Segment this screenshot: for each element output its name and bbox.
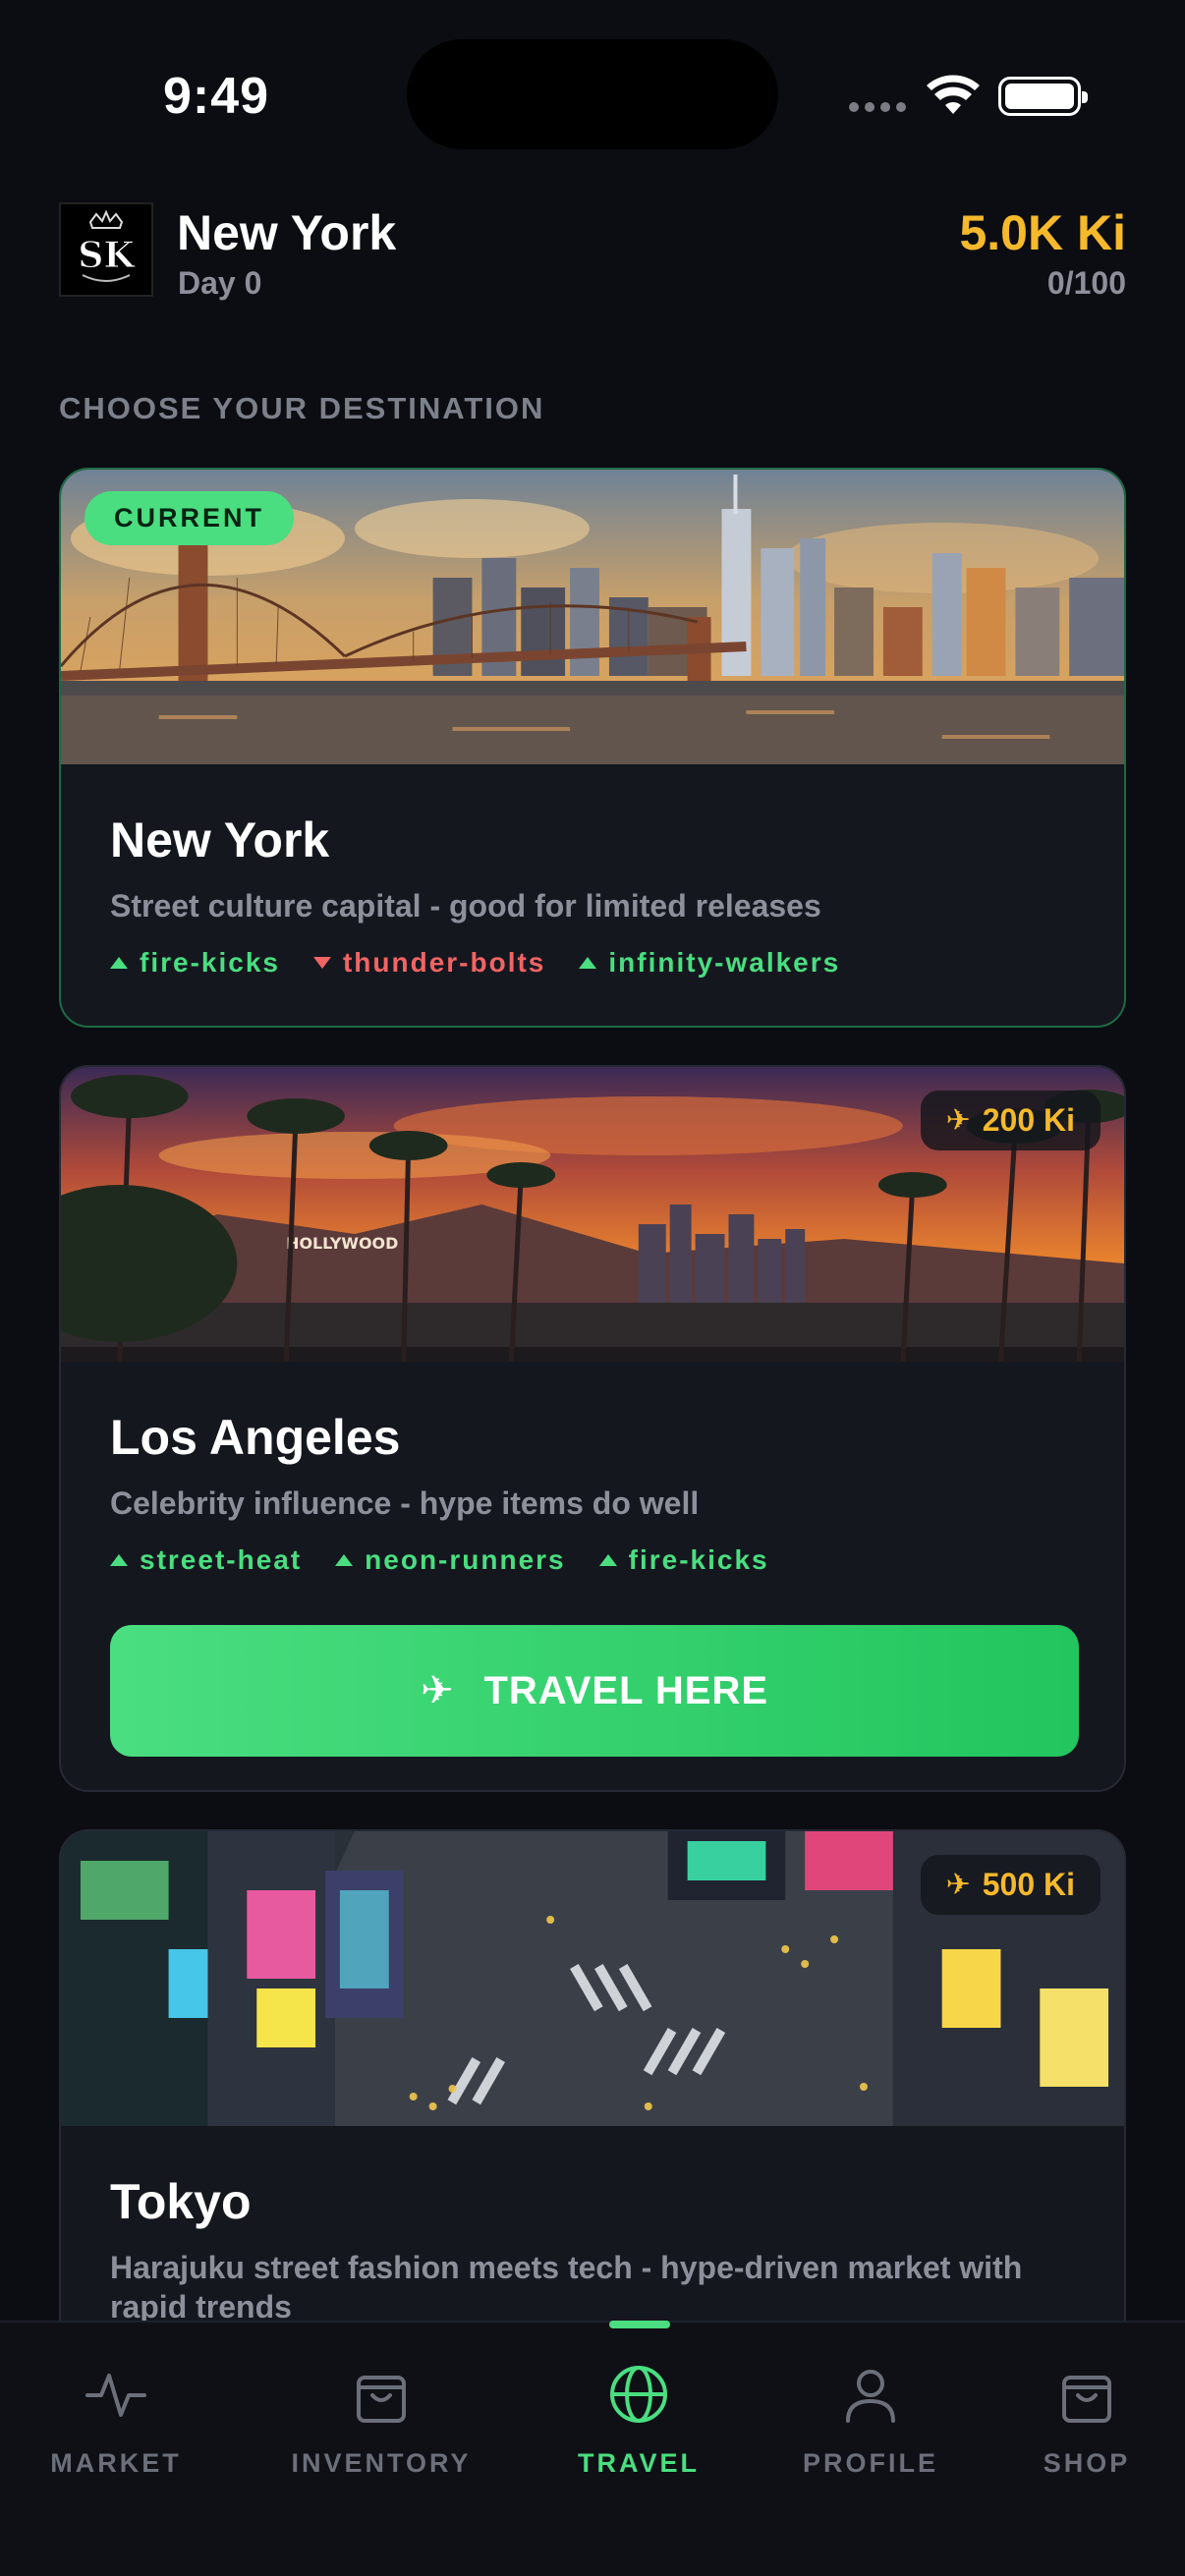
tab-label: SHOP <box>1043 2448 1131 2478</box>
destination-card-los-angeles[interactable]: HOLLYWOOD ✈ 200 Ki Los Angeles Celebrity… <box>59 1065 1126 1792</box>
tab-market[interactable]: MARKET <box>8 2362 224 2479</box>
los-angeles-sunset-image: HOLLYWOOD ✈ 200 Ki <box>61 1067 1124 1362</box>
trend-tag: neon-runners <box>335 1544 565 1576</box>
trend-up-icon <box>110 957 128 969</box>
dynamic-island <box>407 39 778 149</box>
header: SK New York Day 0 5.0K Ki 0/100 <box>59 202 1126 301</box>
bag-icon <box>1062 2376 1111 2423</box>
destination-card-new-york[interactable]: CURRENT New York Street culture capital … <box>59 468 1126 1028</box>
globe-icon <box>610 2366 667 2423</box>
bag-icon <box>357 2376 406 2423</box>
trend-tag: street-heat <box>110 1544 302 1576</box>
trend-tag: thunder-bolts <box>312 947 545 979</box>
wifi-icon <box>927 75 980 114</box>
destination-description: Street culture capital - good for limite… <box>110 888 821 924</box>
activity-icon <box>85 2374 146 2417</box>
tab-label: TRAVEL <box>578 2448 700 2478</box>
tab-shop[interactable]: SHOP <box>979 2362 1185 2479</box>
trend-up-icon <box>110 1554 128 1566</box>
bottom-nav: MARKET INVENTORY TRAVEL PROFILE SHOP <box>0 2321 1185 2576</box>
inventory-capacity: 0/100 <box>1046 265 1126 301</box>
travel-cost-badge: ✈ 500 Ki <box>920 1855 1100 1915</box>
current-city: New York <box>177 205 397 260</box>
trend-up-icon <box>335 1554 354 1566</box>
destination-name: New York <box>110 812 330 868</box>
destination-name: Los Angeles <box>110 1410 401 1465</box>
tokyo-crossing-image: ✈ 500 Ki <box>61 1831 1124 2126</box>
trend-down-icon <box>312 957 331 969</box>
tab-inventory[interactable]: INVENTORY <box>273 2362 489 2479</box>
trend-tag: fire-kicks <box>598 1544 769 1576</box>
status-bar: 9:49 <box>0 0 1185 187</box>
destination-description: Celebrity influence - hype items do well <box>110 1485 700 1521</box>
tab-profile[interactable]: PROFILE <box>762 2362 979 2479</box>
app-logo[interactable]: SK <box>59 202 153 297</box>
tab-label: INVENTORY <box>291 2448 472 2478</box>
section-title: CHOOSE YOUR DESTINATION <box>59 391 545 425</box>
plane-icon: ✈ <box>420 1669 455 1712</box>
destination-description: Harajuku street fashion meets tech - hyp… <box>110 2250 1023 2324</box>
destination-name: Tokyo <box>110 2174 252 2229</box>
travel-cost-badge: ✈ 200 Ki <box>920 1091 1100 1150</box>
svg-text:HOLLYWOOD: HOLLYWOOD <box>286 1234 398 1253</box>
sk-crown-logo-icon: SK <box>78 209 137 282</box>
trend-tag: infinity-walkers <box>579 947 840 979</box>
new-york-skyline-image: CURRENT <box>61 470 1124 764</box>
user-icon <box>846 2370 895 2423</box>
cellular-signal-icon <box>849 102 906 112</box>
travel-here-button[interactable]: ✈ TRAVEL HERE <box>110 1625 1079 1757</box>
day-counter: Day 0 <box>178 265 262 301</box>
plane-icon: ✈ <box>945 1869 971 1901</box>
active-tab-indicator <box>609 2321 670 2328</box>
trend-up-icon <box>598 1554 617 1566</box>
trend-tags: fire-kicks thunder-bolts infinity-walker… <box>110 947 1075 979</box>
tab-label: PROFILE <box>802 2448 938 2478</box>
tab-label: MARKET <box>50 2448 182 2478</box>
trend-tags: street-heat neon-runners fire-kicks <box>110 1544 1075 1576</box>
plane-icon: ✈ <box>945 1104 971 1137</box>
ki-balance: 5.0K Ki <box>959 205 1126 260</box>
status-time: 9:49 <box>163 68 270 125</box>
trend-tag: fire-kicks <box>110 947 280 979</box>
battery-icon <box>998 77 1088 116</box>
trend-up-icon <box>579 957 597 969</box>
current-location-badge: CURRENT <box>85 491 294 545</box>
tab-travel[interactable]: TRAVEL <box>531 2362 747 2479</box>
svg-text:SK: SK <box>78 235 136 276</box>
